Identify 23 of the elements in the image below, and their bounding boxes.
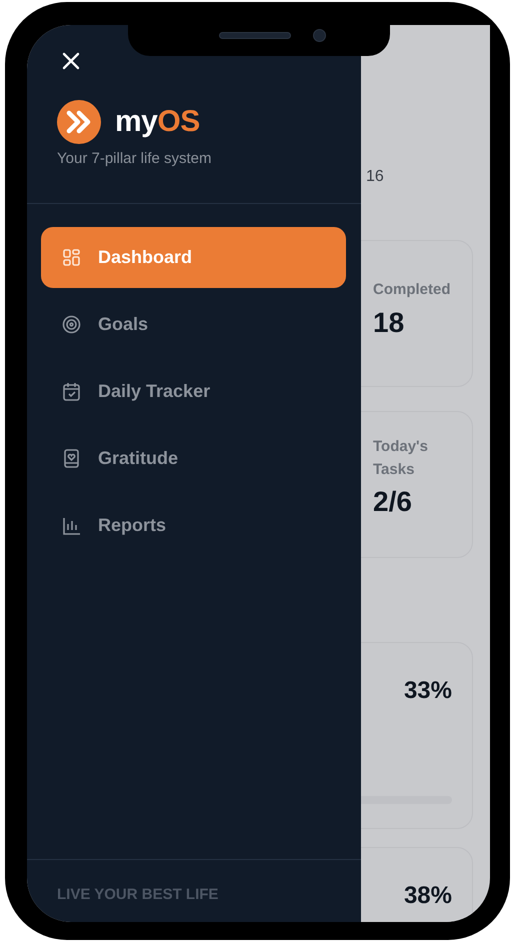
nav-item[interactable]: Gratitude [41,428,346,489]
logo-icon [57,100,101,144]
calendar-icon [61,381,82,402]
camera-icon [313,29,326,42]
stat-label: Today's Tasks [373,437,429,480]
stat-label: Completed [373,280,452,300]
stat-value: 18 [373,306,406,340]
nav-item[interactable]: Dashboard [41,227,346,288]
percent-value: 38% [402,881,452,911]
tagline: Your 7-pillar life system [57,149,213,169]
dashboard-icon [61,247,82,268]
nav-item[interactable]: Goals [41,294,346,355]
nav-item[interactable]: Daily Tracker [41,361,346,422]
footer-text: LIVE YOUR BEST LIFE [56,884,220,904]
stat-value: 2/6 [373,485,413,519]
brand-name: myOS [115,104,200,140]
target-icon [61,314,82,335]
date-text: 16 [366,167,385,187]
journal-icon [61,448,82,469]
percent-value: 33% [402,676,452,706]
nav-item[interactable]: Reports [41,495,346,556]
bar-chart-icon [61,515,82,536]
speaker-icon [219,32,291,39]
